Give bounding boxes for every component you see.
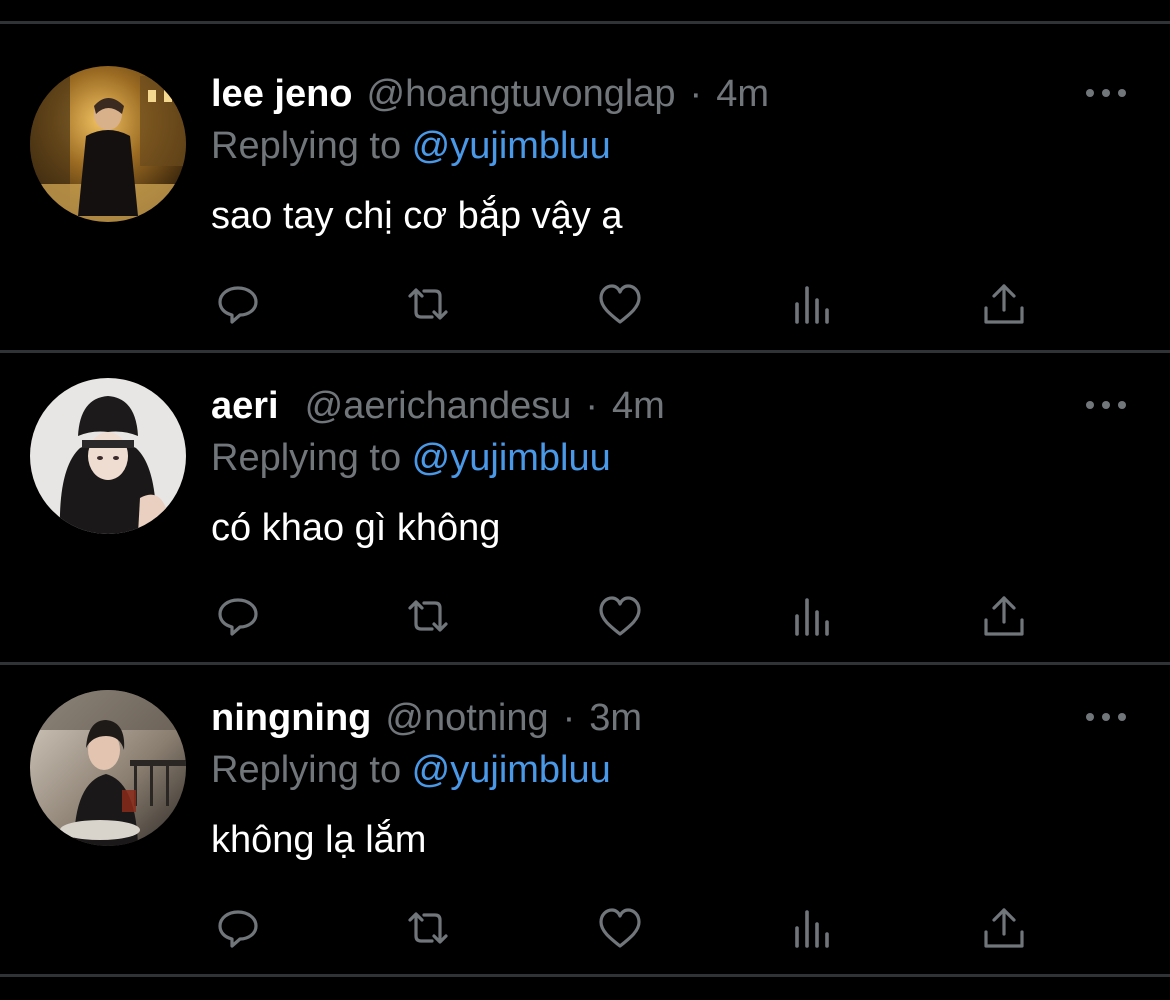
analytics-icon[interactable] xyxy=(788,904,836,952)
like-icon[interactable] xyxy=(596,904,644,952)
display-name[interactable]: aeri xyxy=(211,382,279,430)
reply-feed: lee jeno @hoangtuvonglap · 4m Replying t… xyxy=(0,0,1170,1000)
mention-link[interactable]: @yujimbluu xyxy=(412,125,611,167)
user-handle[interactable]: @notning xyxy=(385,694,548,742)
separator-dot: · xyxy=(689,73,703,115)
replying-prefix: Replying to xyxy=(211,749,412,791)
replying-to-line: Replying to @yujimbluu xyxy=(211,746,611,794)
tweet[interactable]: ningning @notning · 3m Replying to @yuji… xyxy=(0,624,1170,948)
tweet[interactable]: lee jeno @hoangtuvonglap · 4m Replying t… xyxy=(0,0,1170,324)
timestamp[interactable]: 3m xyxy=(589,694,642,742)
separator-dot: · xyxy=(585,385,599,427)
timestamp[interactable]: 4m xyxy=(716,70,769,118)
tweet-text: có khao gì không xyxy=(211,507,501,549)
more-options-icon[interactable] xyxy=(1086,392,1126,418)
tweet-text: sao tay chị cơ bắp vậy ạ xyxy=(211,195,623,237)
more-options-icon[interactable] xyxy=(1086,704,1126,730)
tweet-text: không lạ lắm xyxy=(211,819,427,861)
avatar[interactable] xyxy=(30,378,186,534)
share-icon[interactable] xyxy=(980,904,1028,952)
replying-to-line: Replying to @yujimbluu xyxy=(211,122,611,170)
tweet-header: aeri @aerichandesu · 4m xyxy=(211,382,665,430)
tweet[interactable]: aeri @aerichandesu · 4m Replying to @yuj… xyxy=(0,312,1170,636)
tweet-header: lee jeno @hoangtuvonglap · 4m xyxy=(211,70,769,118)
timestamp[interactable]: 4m xyxy=(612,382,665,430)
retweet-icon[interactable] xyxy=(404,904,452,952)
avatar[interactable] xyxy=(30,690,186,846)
action-bar xyxy=(0,904,1170,952)
more-options-icon[interactable] xyxy=(1086,80,1126,106)
replying-prefix: Replying to xyxy=(211,125,412,167)
display-name[interactable]: lee jeno xyxy=(211,70,353,118)
display-name[interactable]: ningning xyxy=(211,694,371,742)
divider xyxy=(0,974,1170,977)
mention-link[interactable]: @yujimbluu xyxy=(412,437,611,479)
replying-prefix: Replying to xyxy=(211,437,412,479)
avatar[interactable] xyxy=(30,66,186,222)
replying-to-line: Replying to @yujimbluu xyxy=(211,434,611,482)
separator-dot: · xyxy=(562,697,576,739)
reply-icon[interactable] xyxy=(214,904,262,952)
mention-link[interactable]: @yujimbluu xyxy=(412,749,611,791)
user-handle[interactable]: @aerichandesu xyxy=(305,382,572,430)
user-handle[interactable]: @hoangtuvonglap xyxy=(367,70,676,118)
tweet-header: ningning @notning · 3m xyxy=(211,694,642,742)
